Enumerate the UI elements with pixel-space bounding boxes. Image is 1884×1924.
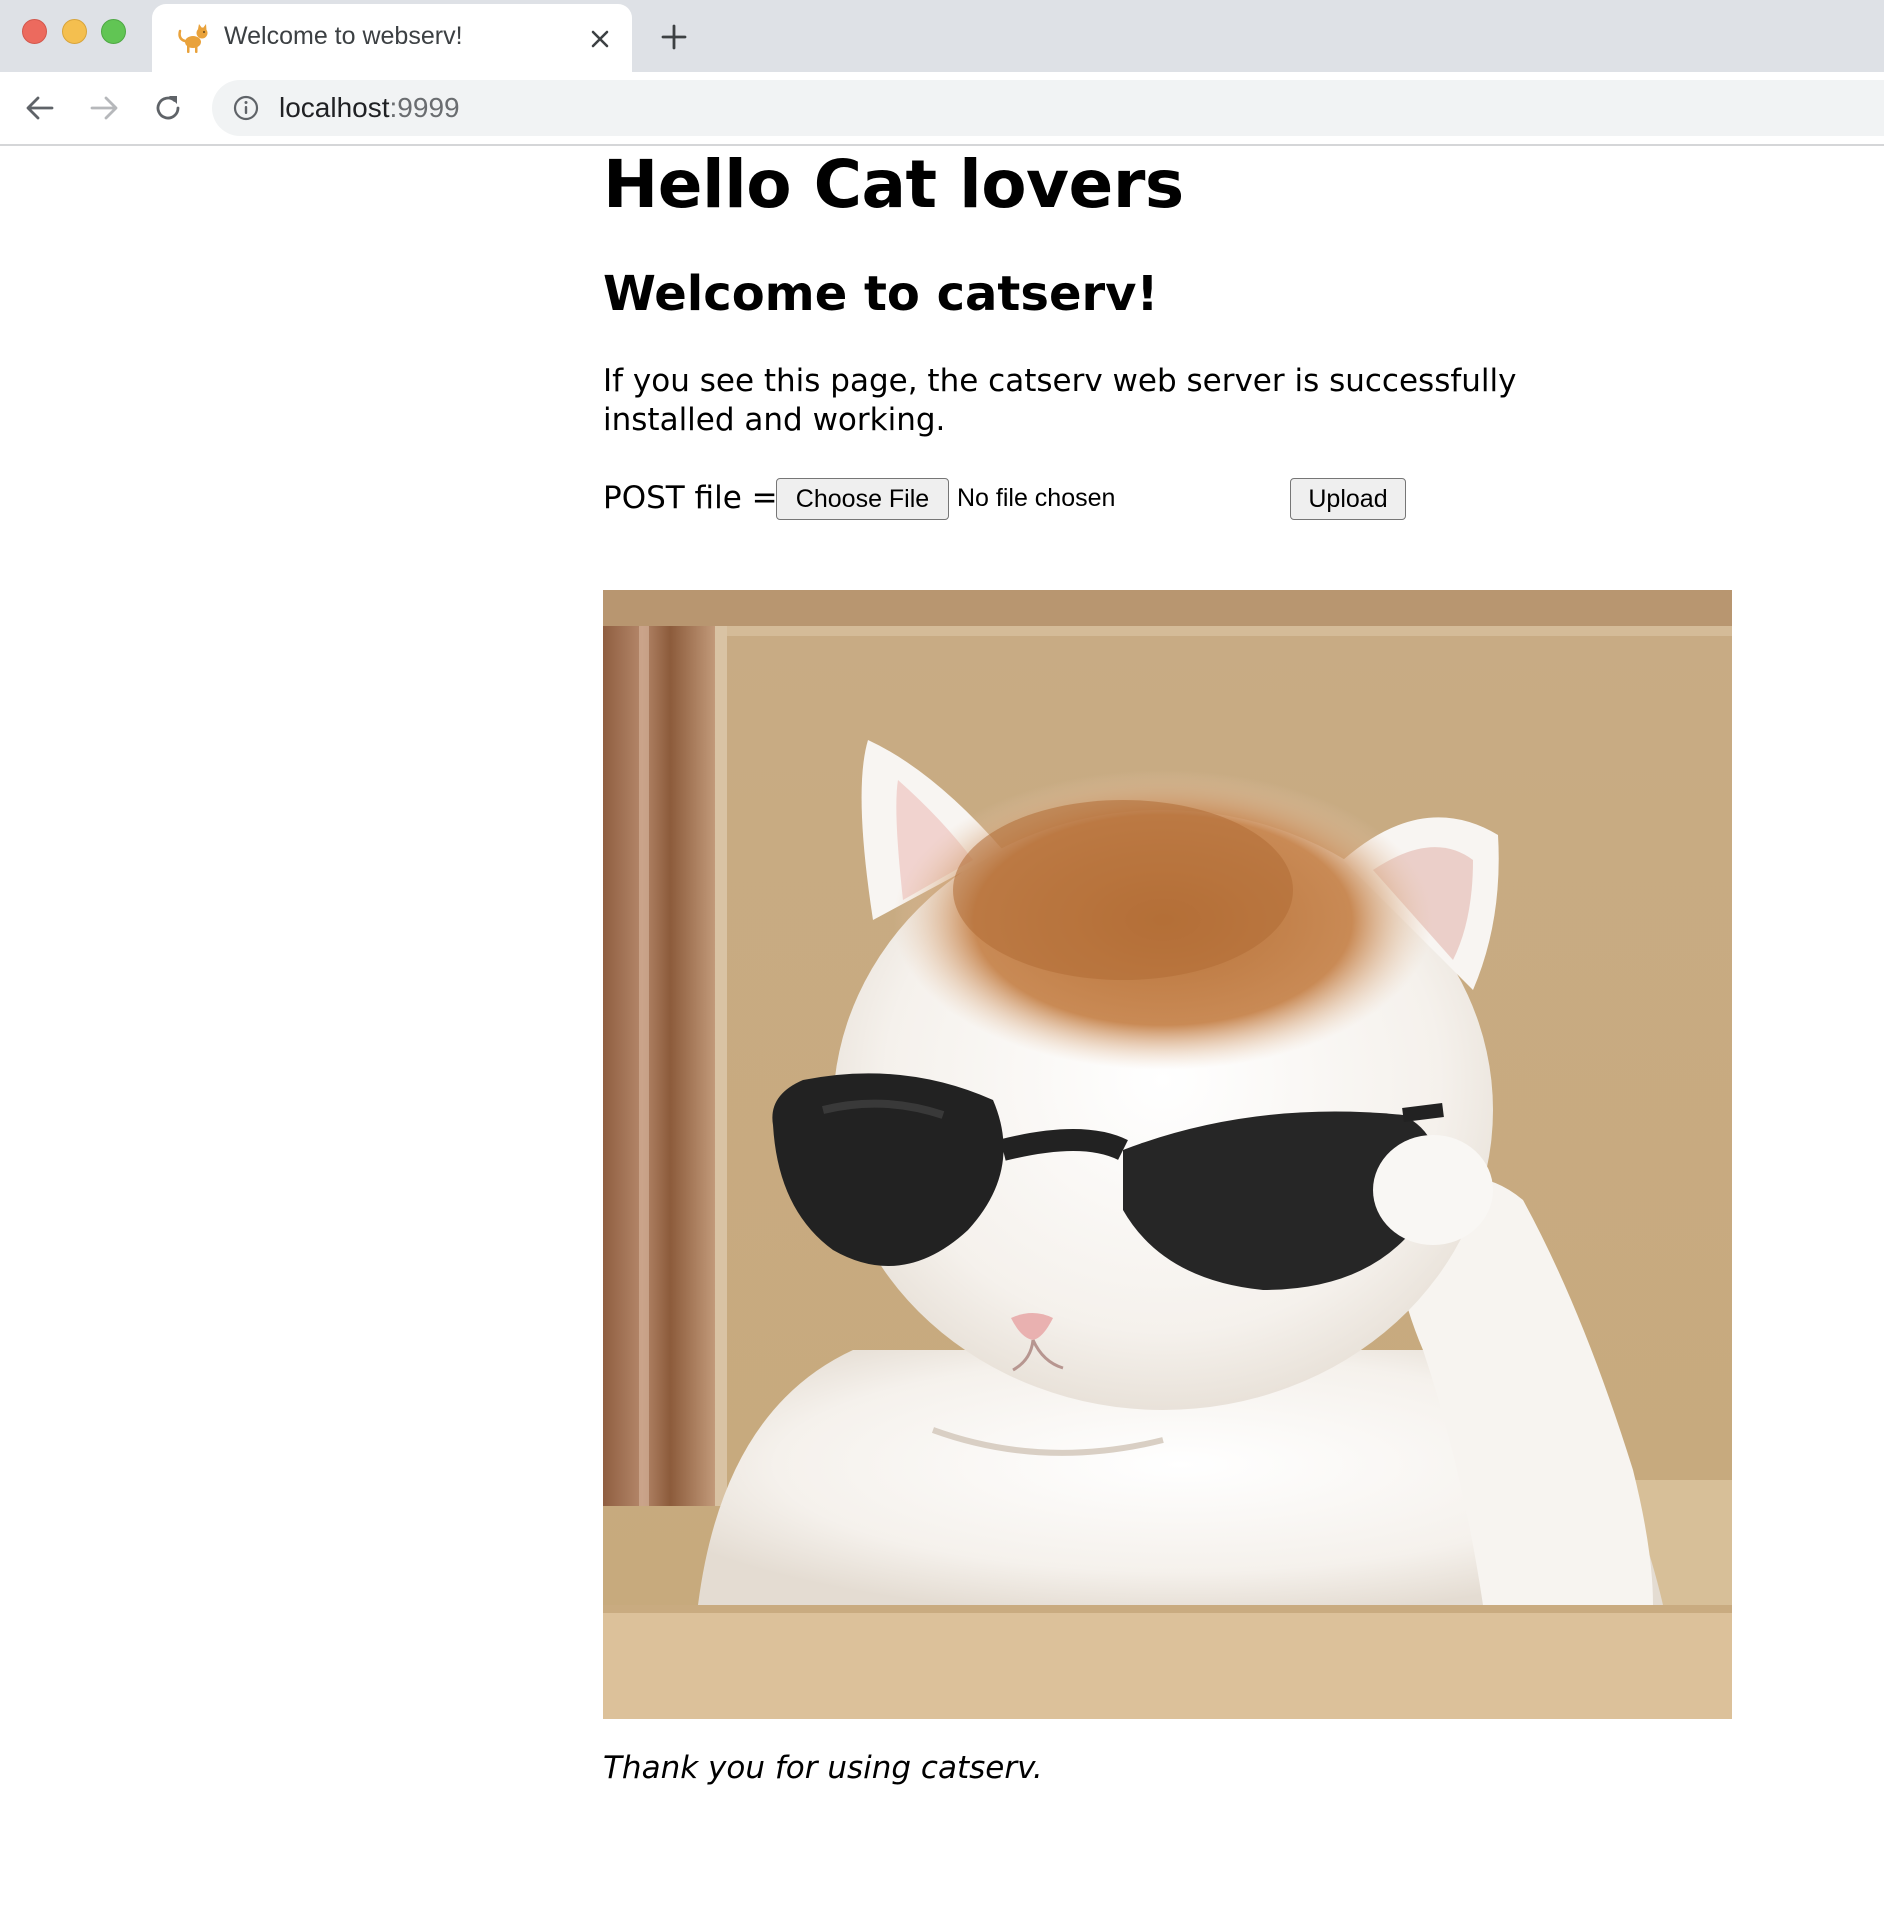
choose-file-button[interactable]: Choose File xyxy=(776,478,949,520)
cat-sunglasses-image xyxy=(603,590,1732,1719)
browser-toolbar: localhost:9999 xyxy=(0,72,1884,146)
close-tab-icon[interactable] xyxy=(586,25,614,53)
browser-tab-active[interactable]: Welcome to webserv! xyxy=(152,4,632,72)
url-port: :9999 xyxy=(389,92,460,123)
file-status-text: No file chosen xyxy=(957,484,1116,512)
upload-button[interactable]: Upload xyxy=(1290,478,1406,520)
url-host: localhost xyxy=(279,92,390,123)
intro-paragraph: If you see this page, the catserv web se… xyxy=(603,363,1517,438)
reload-icon[interactable] xyxy=(150,90,186,126)
post-file-label: POST file = xyxy=(603,480,778,516)
site-info-icon[interactable] xyxy=(232,94,260,122)
address-bar[interactable]: localhost:9999 xyxy=(212,80,1884,136)
cat-favicon-icon xyxy=(178,24,208,53)
window-close-button[interactable] xyxy=(22,19,47,44)
window-maximize-button[interactable] xyxy=(101,19,126,44)
footer-note: Thank you for using catserv. xyxy=(603,1750,1043,1786)
tab-title: Welcome to webserv! xyxy=(224,22,463,50)
url-text[interactable]: localhost:9999 xyxy=(279,92,460,124)
browser-tab-strip: Welcome to webserv! xyxy=(0,0,1884,72)
forward-arrow-icon[interactable] xyxy=(86,90,122,126)
upload-form: POST file = Choose File No file chosen U… xyxy=(603,476,1703,520)
page-heading: Hello Cat lovers xyxy=(603,146,1184,223)
window-minimize-button[interactable] xyxy=(62,19,87,44)
back-arrow-icon[interactable] xyxy=(22,90,58,126)
page-subheading: Welcome to catserv! xyxy=(603,266,1159,322)
new-tab-icon[interactable] xyxy=(659,22,689,52)
